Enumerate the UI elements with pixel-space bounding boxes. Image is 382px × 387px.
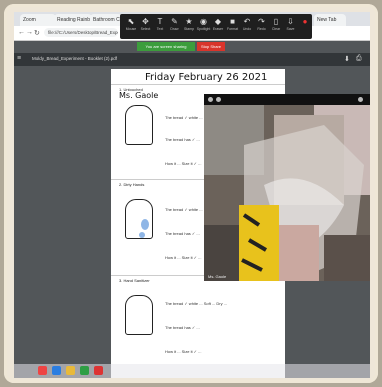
app-icon[interactable]: [80, 366, 89, 375]
tool-label: Draw: [170, 27, 179, 31]
pdf-filename: Moldy_Bread_Experiment - Booklet (2).pdf: [32, 56, 118, 61]
video-titlebar: [204, 94, 370, 105]
tool-label: Redo: [257, 27, 266, 31]
select-icon: ✥: [142, 17, 149, 26]
observation-line: The bread has ✓ ...: [165, 231, 200, 236]
redo-tool[interactable]: ↷ Redo: [255, 16, 269, 36]
observation-line: The bread ✓ white ...: [165, 115, 203, 120]
window-dot[interactable]: [216, 97, 221, 102]
menu-icon[interactable]: ≡: [17, 55, 21, 62]
app-icon[interactable]: [52, 366, 61, 375]
section-title: 3. Hand Sanitizer: [119, 278, 150, 283]
app-icon[interactable]: [66, 366, 75, 375]
draw-icon: ✎: [171, 17, 178, 26]
photo-frame: Zoom Reading Rainbow Bathroom Cleaning N…: [4, 4, 378, 383]
redo-icon: ↷: [258, 17, 265, 26]
mouse-tool[interactable]: ⬉ Mouse: [124, 16, 138, 36]
close-toolbar-button[interactable]: ●: [298, 16, 312, 36]
close-icon: ●: [302, 17, 308, 26]
clear-tool[interactable]: ▯ Clear: [269, 16, 283, 36]
reload-icon[interactable]: ↻: [34, 29, 40, 37]
text-icon: T: [157, 17, 163, 26]
video-window[interactable]: Ms. Gaole: [204, 94, 370, 281]
observation-line: The bread ✓ white ...: [165, 207, 203, 212]
download-icon[interactable]: ⬇: [344, 55, 350, 63]
tool-label: Format: [226, 27, 239, 31]
tab-new[interactable]: New Tab: [314, 14, 346, 26]
mold-spot: [141, 219, 149, 230]
screen: Zoom Reading Rainbow Bathroom Cleaning N…: [14, 12, 370, 378]
eraser-tool[interactable]: ◆ Eraser: [211, 16, 225, 36]
stop-share-button[interactable]: Stop Share: [197, 42, 225, 51]
tool-label: Stamp: [183, 27, 195, 31]
save-icon: ⇩: [287, 17, 294, 26]
tab-bathroom[interactable]: Bathroom Cleaning: [90, 14, 122, 26]
observation-line: How it ... Size it ✓ ...: [165, 161, 202, 166]
app-icon[interactable]: [94, 366, 103, 375]
text-tool[interactable]: T Text: [153, 16, 167, 36]
select-tool[interactable]: ✥ Select: [139, 16, 153, 36]
bread-outline: [125, 105, 153, 145]
page-date: Friday February 26 2021: [145, 72, 268, 83]
tab-zoom[interactable]: Zoom: [20, 14, 56, 26]
undo-tool[interactable]: ↶ Undo: [240, 16, 254, 36]
spotlight-icon: ◉: [200, 17, 207, 26]
video-feed: [204, 105, 370, 281]
section-title: 2. Dirty Hands: [119, 182, 145, 187]
window-dot[interactable]: [358, 97, 363, 102]
bread-outline: [125, 295, 153, 335]
taskbar: [14, 364, 370, 378]
observation-line: How it ... Size it ✓ ...: [165, 349, 202, 354]
tool-label: Clear: [271, 27, 281, 31]
save-tool[interactable]: ⇩ Save: [284, 16, 298, 36]
address-field[interactable]: file:///C:/Users/Desktop/Bread_Experimen…: [44, 28, 118, 37]
screen-share-banner[interactable]: You are screen sharing: [137, 42, 195, 51]
tool-label: Eraser: [212, 27, 224, 31]
tool-label: Save: [286, 27, 295, 31]
clear-icon: ▯: [273, 17, 279, 26]
app-icon[interactable]: [38, 366, 47, 375]
observation-line: The bread has ✓ ...: [165, 137, 200, 142]
spotlight-tool[interactable]: ◉ Spotlight: [197, 16, 211, 36]
divider: [111, 84, 285, 85]
format-tool[interactable]: ■ Format: [226, 16, 240, 36]
tab-reading[interactable]: Reading Rainbow: [54, 14, 92, 26]
tool-label: Undo: [242, 27, 252, 31]
tool-label: Text: [156, 27, 164, 31]
participant-name: Ms. Gaole: [208, 274, 227, 279]
draw-tool[interactable]: ✎ Draw: [168, 16, 182, 36]
observation-line: How it ... Size it ✓ ...: [165, 255, 202, 260]
observation-line: The bread ✓ white ... Soft ... Dry ...: [165, 301, 228, 306]
tool-label: Select: [140, 27, 151, 31]
window-dot[interactable]: [208, 97, 213, 102]
tool-label: Mouse: [125, 27, 137, 31]
print-icon[interactable]: ⎙: [356, 55, 362, 63]
eraser-icon: ◆: [214, 17, 222, 26]
annotation-toolbar: ⬉ Mouse ✥ Select T Text ✎ Draw ★ Stamp ◉ Spotlight ◆…: [120, 14, 312, 39]
pdf-toolbar: ≡ Moldy_Bread_Experiment - Booklet (2).p…: [14, 53, 370, 66]
student-name: Ms. Gaole: [119, 91, 159, 100]
tool-label: Spotlight: [196, 27, 211, 31]
back-icon[interactable]: ←: [18, 29, 25, 36]
mold-spot: [139, 232, 145, 238]
stamp-icon: ★: [185, 17, 193, 26]
format-icon: ■: [230, 17, 235, 26]
mouse-icon: ⬉: [127, 17, 135, 26]
observation-line: The bread has ✓ ...: [165, 325, 200, 330]
forward-icon[interactable]: →: [26, 29, 33, 36]
undo-icon: ↶: [243, 17, 251, 26]
stamp-tool[interactable]: ★ Stamp: [182, 16, 196, 36]
